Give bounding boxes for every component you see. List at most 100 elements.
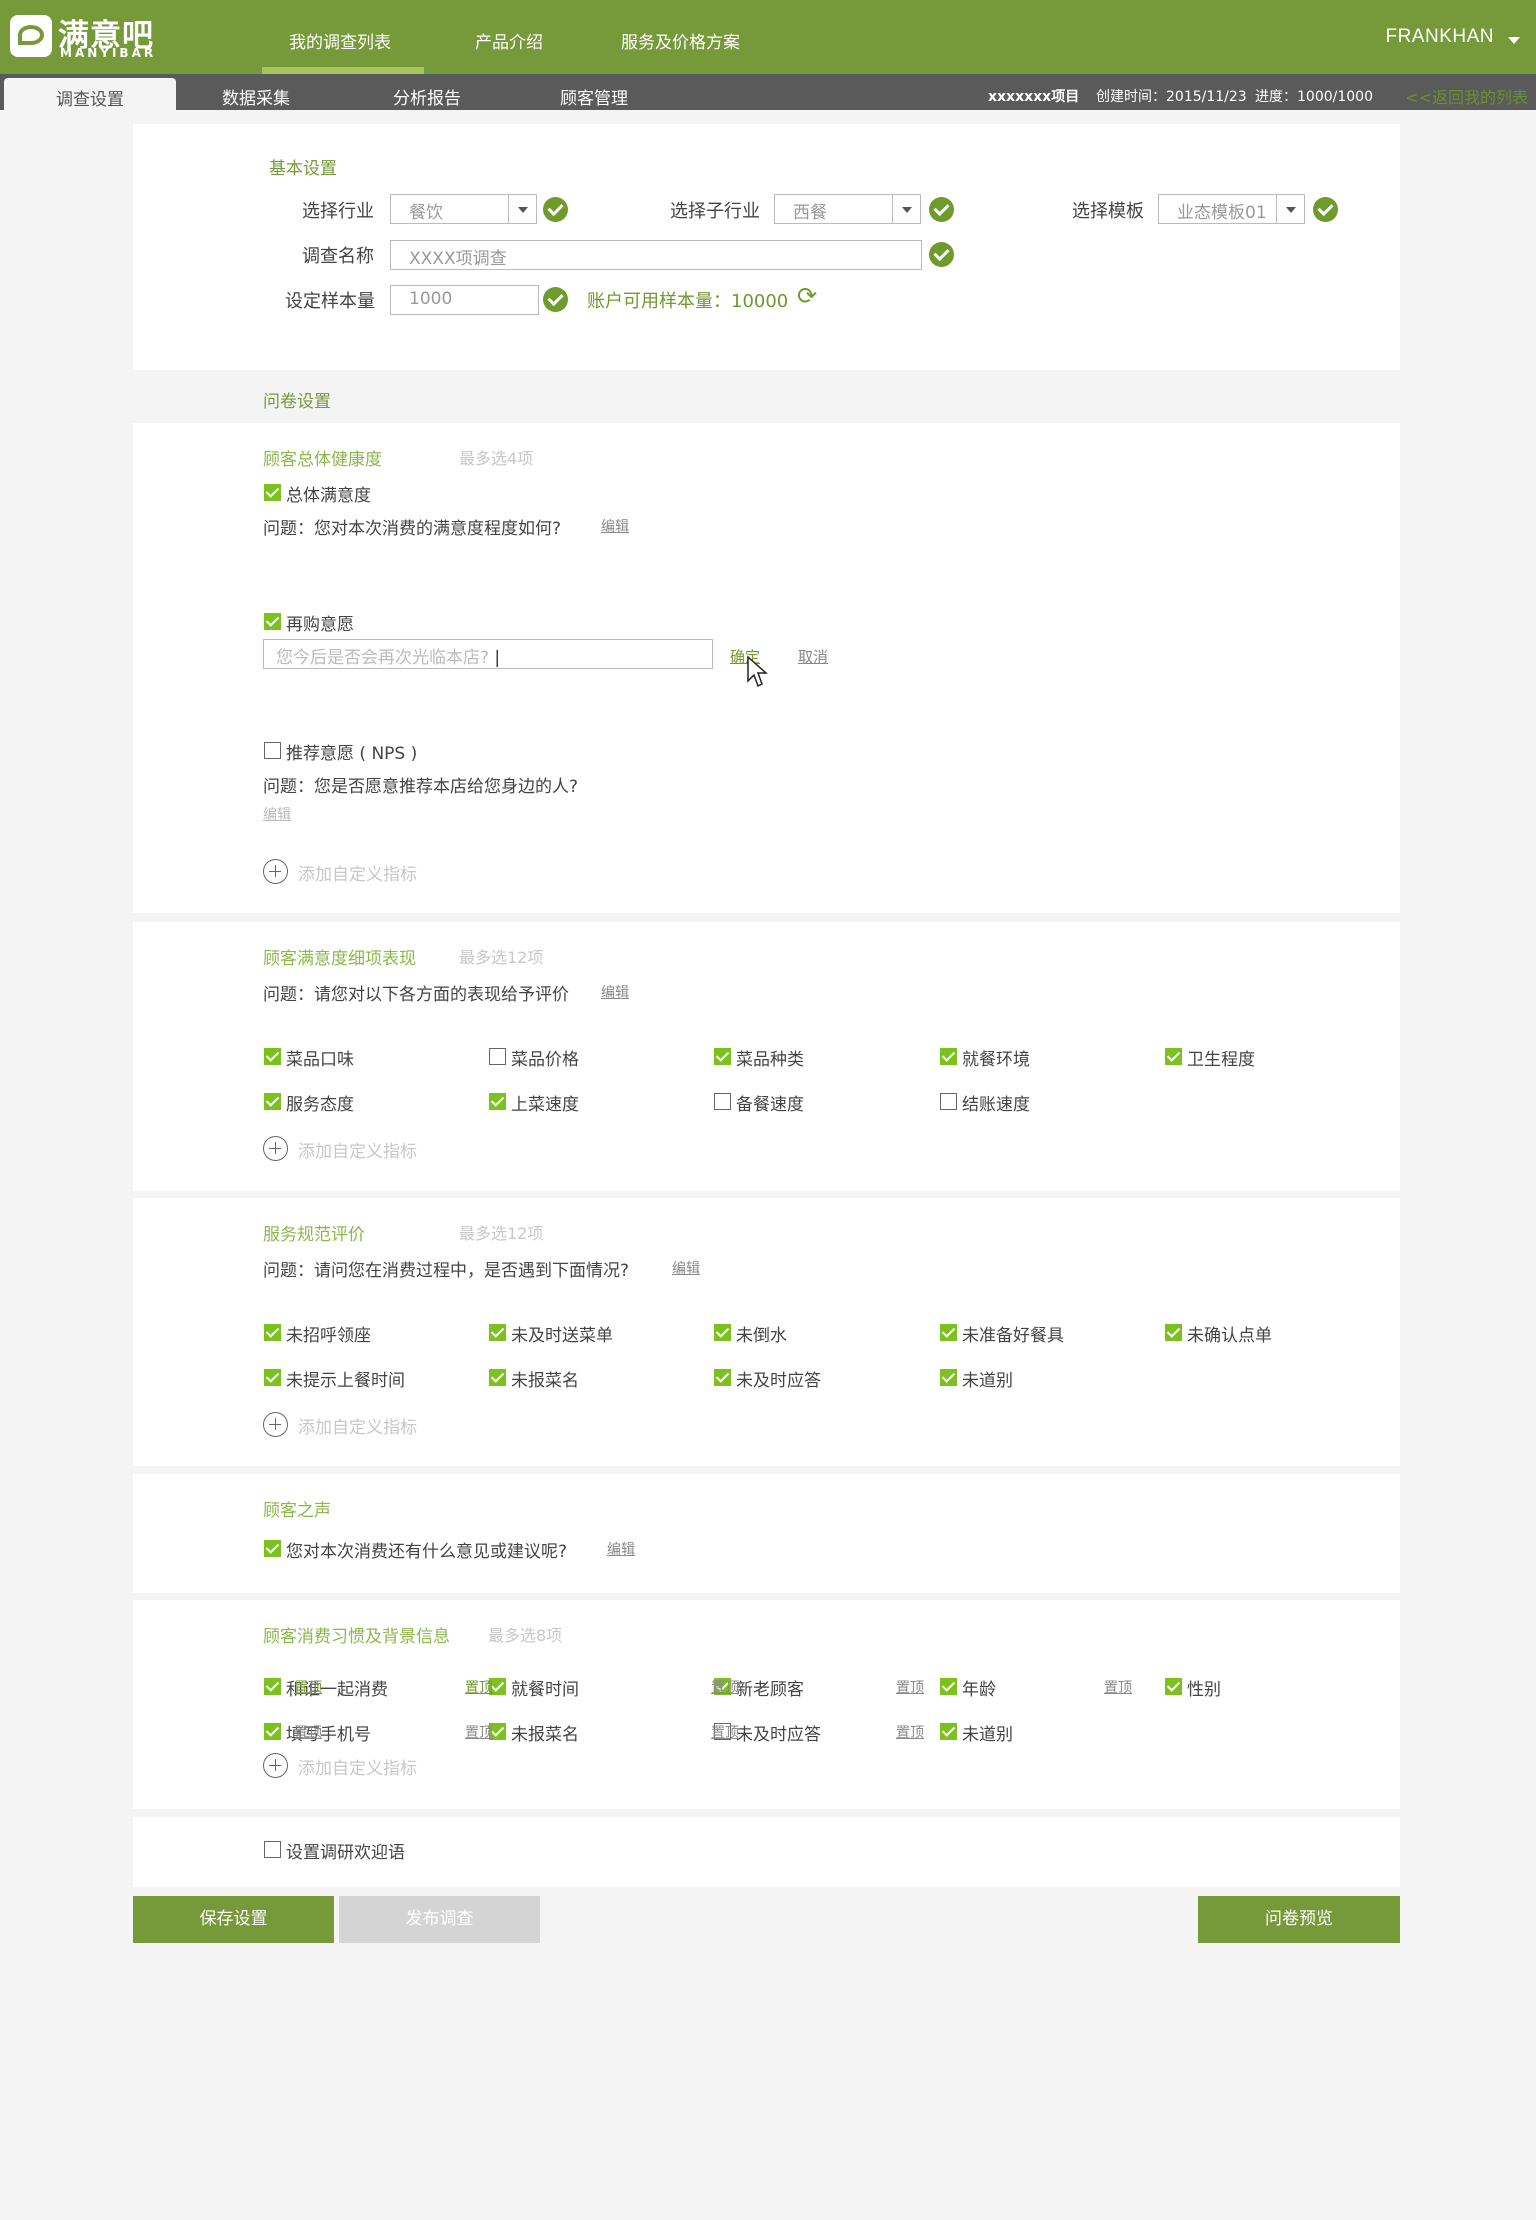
habits-item-label: 未及时应答 — [736, 1725, 821, 1745]
welcome-checkbox[interactable] — [264, 1841, 281, 1858]
detail-item-checkbox[interactable] — [489, 1093, 506, 1110]
detail-hint: 最多选12项 — [459, 948, 544, 967]
check-circle-icon — [929, 197, 954, 222]
nps-question: 问题：您是否愿意推荐本店给您身边的人? — [263, 777, 579, 797]
pin-to-top-link[interactable]: 置顶 — [294, 1722, 322, 1742]
repurchase-question-input[interactable]: 您今后是否会再次光临本店? | — [263, 639, 713, 669]
habits-item-label: 性别 — [1187, 1680, 1221, 1700]
habits-item-checkbox[interactable] — [1165, 1678, 1182, 1695]
basic-settings-card: 基本设置 选择行业 餐饮 选择子行业 西餐 选择模板 业态模板01 调查名称 X… — [133, 124, 1400, 370]
back-to-list-link[interactable]: <<返回我的列表 — [1405, 84, 1528, 108]
nav-pricing[interactable]: 服务及价格方案 — [621, 28, 740, 53]
detail-item-label: 结账速度 — [962, 1095, 1030, 1115]
tab-analysis-report[interactable]: 分析报告 — [393, 84, 461, 109]
detail-item-checkbox[interactable] — [714, 1093, 731, 1110]
service-item-checkbox[interactable] — [489, 1369, 506, 1386]
check-circle-icon — [1313, 197, 1338, 222]
voice-label: 您对本次消费还有什么意见或建议呢? — [286, 1542, 568, 1562]
habits-item-checkbox[interactable] — [940, 1723, 957, 1740]
tab-survey-settings[interactable]: 调查设置 — [4, 78, 176, 110]
service-title: 服务规范评价 — [263, 1225, 365, 1245]
detail-item-checkbox[interactable] — [940, 1093, 957, 1110]
detail-item-checkbox[interactable] — [264, 1048, 281, 1065]
service-item-checkbox[interactable] — [1165, 1324, 1182, 1341]
service-item-checkbox[interactable] — [264, 1369, 281, 1386]
detail-item-checkbox[interactable] — [489, 1048, 506, 1065]
tab-data-collection[interactable]: 数据采集 — [222, 84, 290, 109]
habits-item-label: 就餐时间 — [511, 1680, 579, 1700]
questionnaire-settings-title: 问卷设置 — [263, 392, 331, 412]
habits-item-checkbox[interactable] — [264, 1723, 281, 1740]
save-settings-button[interactable]: 保存设置 — [133, 1896, 334, 1943]
tab-customer-management[interactable]: 顾客管理 — [560, 84, 628, 109]
service-item-label: 未倒水 — [736, 1326, 787, 1346]
detail-item-label: 菜品价格 — [511, 1050, 579, 1070]
check-circle-icon — [929, 242, 954, 267]
chevron-down-icon[interactable] — [892, 195, 920, 223]
nav-survey-list[interactable]: 我的调查列表 — [289, 28, 391, 53]
service-item-label: 未道别 — [962, 1371, 1013, 1391]
overall-satisfaction-question: 问题：您对本次消费的满意度程度如何? — [263, 519, 562, 539]
edit-link[interactable]: 编辑 — [601, 516, 629, 536]
detail-item-label: 备餐速度 — [736, 1095, 804, 1115]
detail-item-checkbox[interactable] — [264, 1093, 281, 1110]
pin-to-top-link[interactable]: 置顶 — [465, 1677, 493, 1697]
user-menu[interactable]: FRANKHAN — [1385, 26, 1494, 48]
detail-item-checkbox[interactable] — [714, 1048, 731, 1065]
sub-industry-label: 选择子行业 — [670, 201, 760, 222]
edit-link[interactable]: 编辑 — [672, 1258, 700, 1278]
detail-item-label: 卫生程度 — [1187, 1050, 1255, 1070]
habits-item-checkbox[interactable] — [264, 1678, 281, 1695]
service-item-checkbox[interactable] — [264, 1324, 281, 1341]
plus-circle-icon — [263, 859, 288, 884]
habits-item-checkbox[interactable] — [940, 1678, 957, 1695]
sub-industry-select[interactable]: 西餐 — [774, 194, 921, 224]
detail-title: 顾客满意度细项表现 — [263, 949, 416, 969]
welcome-card: 设置调研欢迎语 — [133, 1817, 1400, 1887]
edit-link[interactable]: 编辑 — [607, 1539, 635, 1559]
edit-link[interactable]: 编辑 — [263, 804, 291, 824]
service-item-checkbox[interactable] — [714, 1369, 731, 1386]
detail-question: 问题：请您对以下各方面的表现给予评价 — [263, 985, 569, 1005]
service-item-checkbox[interactable] — [940, 1369, 957, 1386]
voice-checkbox[interactable] — [264, 1540, 281, 1557]
refresh-icon[interactable]: ⟳ — [797, 284, 817, 308]
nav-product-intro[interactable]: 产品介绍 — [475, 28, 543, 53]
available-sample-text: 账户可用样本量：10000 — [587, 291, 789, 312]
template-select[interactable]: 业态模板01 — [1158, 194, 1305, 224]
nav-active-indicator — [262, 67, 424, 74]
service-item-checkbox[interactable] — [489, 1324, 506, 1341]
pin-to-top-link[interactable]: 置顶 — [294, 1677, 322, 1697]
preview-questionnaire-button[interactable]: 问卷预览 — [1198, 1896, 1400, 1943]
pin-to-top-link[interactable]: 置顶 — [1104, 1677, 1132, 1697]
repurchase-checkbox[interactable] — [264, 613, 281, 630]
cancel-link[interactable]: 取消 — [798, 646, 828, 667]
sample-size-input[interactable]: 1000 — [390, 285, 539, 315]
detail-item-label: 上菜速度 — [511, 1095, 579, 1115]
industry-select[interactable]: 餐饮 — [390, 194, 537, 224]
pin-to-top-link[interactable]: 置顶 — [896, 1722, 924, 1742]
publish-survey-button[interactable]: 发布调查 — [339, 1896, 540, 1943]
detail-item-label: 菜品种类 — [736, 1050, 804, 1070]
pin-to-top-link[interactable]: 置顶 — [711, 1677, 739, 1697]
service-item-label: 未确认点单 — [1187, 1326, 1272, 1346]
chevron-down-icon[interactable] — [508, 195, 536, 223]
detail-item-label: 菜品口味 — [286, 1050, 354, 1070]
service-item-checkbox[interactable] — [940, 1324, 957, 1341]
nps-checkbox[interactable] — [264, 742, 281, 759]
service-item-checkbox[interactable] — [714, 1324, 731, 1341]
template-label: 选择模板 — [1072, 201, 1144, 222]
edit-link[interactable]: 编辑 — [601, 982, 629, 1002]
pin-to-top-link[interactable]: 置顶 — [711, 1722, 739, 1742]
chevron-down-icon[interactable] — [1276, 195, 1304, 223]
detail-item-checkbox[interactable] — [1165, 1048, 1182, 1065]
nps-label: 推荐意愿 ( NPS ) — [286, 744, 418, 764]
pin-to-top-link[interactable]: 置顶 — [896, 1677, 924, 1697]
chevron-down-icon[interactable] — [1508, 37, 1520, 44]
habits-item-label: 未道别 — [962, 1725, 1013, 1745]
detail-item-label: 就餐环境 — [962, 1050, 1030, 1070]
overall-satisfaction-checkbox[interactable] — [264, 484, 281, 501]
survey-name-input[interactable]: XXXX项调查 — [390, 240, 922, 270]
detail-item-checkbox[interactable] — [940, 1048, 957, 1065]
pin-to-top-link[interactable]: 置顶 — [465, 1722, 493, 1742]
